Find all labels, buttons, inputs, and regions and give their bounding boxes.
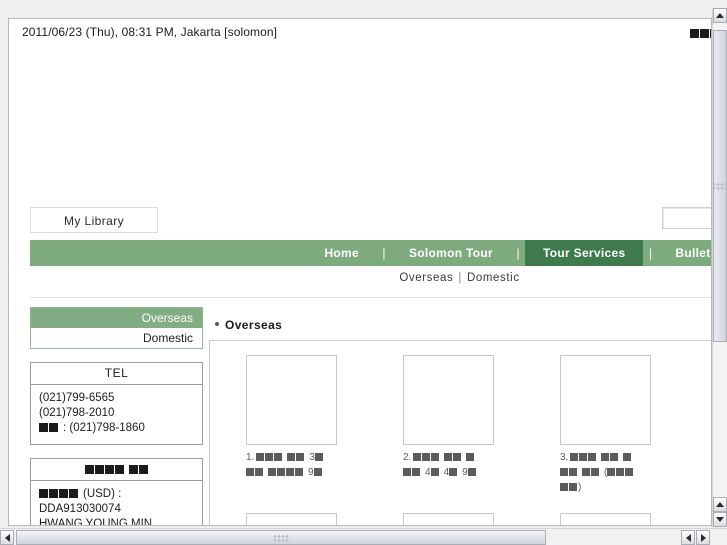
page-title-text: Overseas xyxy=(225,318,283,332)
missing-glyph-icon xyxy=(94,465,104,474)
missing-glyph-icon xyxy=(114,465,124,474)
product-caption: 2. 449 xyxy=(403,450,507,480)
vertical-scrollbar[interactable] xyxy=(712,8,727,527)
missing-glyph-icon xyxy=(138,465,148,474)
page-canvas: 2011/06/23 (Thu), 08:31 PM, Jakarta [sol… xyxy=(9,19,711,526)
subnav-item-overseas[interactable]: Overseas xyxy=(399,272,453,284)
product-card[interactable] xyxy=(560,513,691,525)
sidebar-category-tabs: Overseas Domestic xyxy=(30,307,203,349)
product-card-grid: 1. 3 9 2. 449 3. () xyxy=(220,355,711,525)
product-thumbnail[interactable] xyxy=(560,513,651,525)
status-glyph-group xyxy=(690,26,711,40)
missing-glyph-icon xyxy=(104,465,114,474)
product-thumbnail[interactable] xyxy=(403,513,494,525)
secondary-navigation: Overseas | Domestic xyxy=(30,267,711,289)
nav-item-home[interactable]: Home xyxy=(306,240,377,266)
browser-viewport: 2011/06/23 (Thu), 08:31 PM, Jakarta [sol… xyxy=(8,18,712,526)
bank-account-number: DDA913030074 xyxy=(39,503,121,515)
sidebar-item-domestic[interactable]: Domestic xyxy=(31,328,202,348)
caption-close-paren: ) xyxy=(578,482,582,493)
status-datetime-text: 2011/06/23 (Thu), 08:31 PM, Jakarta [sol… xyxy=(22,25,278,39)
product-index: 1. xyxy=(246,452,255,463)
missing-glyph-icon xyxy=(69,489,78,498)
tab-my-library[interactable]: My Library xyxy=(30,207,158,233)
missing-glyph-icon xyxy=(128,465,138,474)
sidebar-bank-card: (USD) : DDA913030074 HWANG YOUNG MIN (US… xyxy=(30,458,203,526)
product-card[interactable]: 2. 449 xyxy=(403,355,534,495)
chevron-down-icon xyxy=(716,517,724,522)
scroll-left-button-end[interactable] xyxy=(681,530,695,545)
missing-glyph-icon xyxy=(700,29,709,38)
bank-card-title xyxy=(31,459,202,481)
nav-separator: | xyxy=(648,246,652,260)
tel-card-body: (021)799-6565 (021)798-2010 : (021)798-1… xyxy=(31,385,202,444)
scrollbar-grip-icon xyxy=(273,534,289,541)
bank-account-holder: HWANG YOUNG MIN xyxy=(39,518,153,526)
product-thumbnail[interactable] xyxy=(560,355,651,445)
product-thumbnail[interactable] xyxy=(246,513,337,525)
bank-entry-currency: (USD) : xyxy=(39,487,194,502)
product-card[interactable] xyxy=(403,513,534,525)
nav-item-solomon-tour[interactable]: Solomon Tour xyxy=(391,240,511,266)
subnav-item-domestic[interactable]: Domestic xyxy=(467,272,520,284)
scrollbar-grip-icon xyxy=(712,182,727,190)
sidebar: Overseas Domestic TEL (021)799-6565 (021… xyxy=(30,307,203,526)
product-panel: 1. 3 9 2. 449 3. () xyxy=(209,340,711,525)
search-input[interactable] xyxy=(662,207,711,229)
sidebar-item-overseas[interactable]: Overseas xyxy=(31,308,202,328)
product-caption: 1. 3 9 xyxy=(246,450,350,480)
subnav-separator: | xyxy=(458,272,462,284)
missing-glyph-icon xyxy=(59,489,68,498)
main-content: Overseas 1. 3 9 2. 4 4 9 3. () xyxy=(209,307,711,525)
product-thumbnail[interactable] xyxy=(403,355,494,445)
utility-tabstrip: My Library xyxy=(9,207,711,235)
nav-item-tour-services[interactable]: Tour Services xyxy=(525,240,644,266)
product-index: 3. xyxy=(560,452,569,463)
product-caption: 3. ( ) xyxy=(560,450,664,495)
bank-entry-label: (USD) : xyxy=(83,488,122,500)
tel-line-text: : (021)798-1860 xyxy=(63,422,145,434)
product-card[interactable] xyxy=(246,513,377,525)
tel-line: (021)798-2010 xyxy=(39,407,115,419)
bullet-icon xyxy=(215,322,219,326)
nav-separator: | xyxy=(516,246,520,260)
chevron-left-icon xyxy=(685,533,691,542)
missing-glyph-icon xyxy=(690,29,699,38)
vertical-scrollbar-thumb[interactable] xyxy=(712,30,727,342)
missing-glyph-icon xyxy=(39,423,48,432)
missing-glyph-icon xyxy=(49,489,58,498)
horizontal-scrollbar-thumb[interactable] xyxy=(16,530,546,545)
scroll-left-button[interactable] xyxy=(0,530,14,545)
chevron-left-icon xyxy=(4,533,10,542)
horizontal-scrollbar[interactable] xyxy=(0,528,727,545)
sidebar-tel-card: TEL (021)799-6565 (021)798-2010 : (021)7… xyxy=(30,362,203,445)
scroll-up-button[interactable] xyxy=(713,8,727,23)
application-frame: 2011/06/23 (Thu), 08:31 PM, Jakarta [sol… xyxy=(0,0,727,545)
scroll-right-button[interactable] xyxy=(696,530,710,545)
page-title: Overseas xyxy=(215,318,711,332)
chevron-up-icon xyxy=(716,502,724,507)
nav-separator: | xyxy=(382,246,386,260)
tel-card-title: TEL xyxy=(31,363,202,385)
product-thumbnail[interactable] xyxy=(246,355,337,445)
tel-line: (021)799-6565 xyxy=(39,392,115,404)
scroll-up-button-bottom[interactable] xyxy=(713,497,727,512)
bank-card-body: (USD) : DDA913030074 HWANG YOUNG MIN (US… xyxy=(31,481,202,526)
product-card[interactable]: 3. ( ) xyxy=(560,355,691,495)
tel-line-with-glyphs: : (021)798-1860 xyxy=(39,421,194,436)
missing-glyph-icon xyxy=(49,423,58,432)
missing-glyph-icon xyxy=(84,465,94,474)
product-index: 2. xyxy=(403,452,412,463)
missing-glyph-icon xyxy=(39,489,48,498)
header-divider xyxy=(30,297,711,298)
product-card[interactable]: 1. 3 9 xyxy=(246,355,377,495)
chevron-right-icon xyxy=(700,533,706,542)
nav-item-bulletin-board[interactable]: Bulletin Board xyxy=(657,240,711,266)
primary-navigation: Home | Solomon Tour | Tour Services | Bu… xyxy=(30,240,711,266)
chevron-up-icon xyxy=(716,13,724,18)
scroll-down-button[interactable] xyxy=(713,512,727,527)
